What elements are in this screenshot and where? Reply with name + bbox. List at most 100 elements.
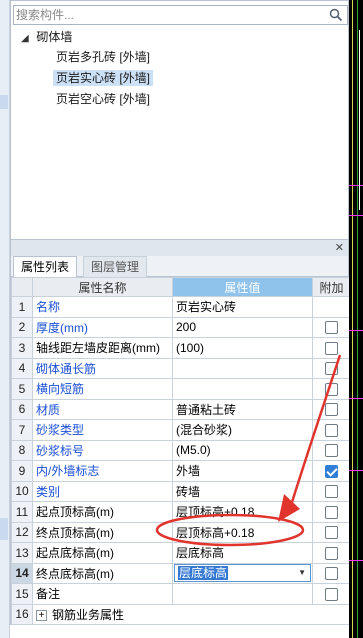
row-number: 14: [11, 562, 33, 584]
checkbox[interactable]: [325, 526, 338, 540]
checkbox[interactable]: [325, 485, 338, 499]
property-name-cell: 备注: [32, 583, 173, 605]
component-tree: ◢ 砌体墙 页岩多孔砖 [外墙] 页岩实心砖 [外墙] 页岩空心砖 [外墙]: [11, 27, 348, 110]
row-number: 7: [11, 419, 33, 441]
property-value-cell[interactable]: (100): [172, 337, 313, 359]
grid-header-row: 属性名称 属性值 附加: [11, 277, 351, 297]
checkbox[interactable]: [325, 567, 338, 581]
checkbox[interactable]: [325, 444, 338, 458]
left-strip-selection: [0, 518, 8, 540]
header-index: [11, 277, 33, 297]
property-name-cell: 砌体通长筋: [32, 357, 173, 379]
extra-cell: [312, 562, 351, 584]
cad-canvas-edge[interactable]: [349, 0, 363, 638]
row-number: 6: [11, 398, 33, 420]
property-value-cell[interactable]: 普通粘土砖: [172, 398, 313, 420]
expand-plus-icon[interactable]: +: [36, 610, 47, 622]
panel-splitter[interactable]: ✕: [10, 240, 349, 256]
row-number: 5: [11, 378, 33, 400]
app-root: ◢ 砌体墙 页岩多孔砖 [外墙] 页岩实心砖 [外墙] 页岩空心砖 [外墙] ✕…: [0, 0, 363, 638]
property-row[interactable]: 10 类别 砖墙: [11, 480, 351, 502]
property-value-cell[interactable]: 层顶标高+0.18: [172, 501, 313, 523]
tree-item-label: 页岩多孔砖 [外墙]: [56, 50, 151, 64]
editor-selected-text[interactable]: 层底标高: [178, 566, 229, 581]
search-input[interactable]: [16, 7, 326, 23]
property-row[interactable]: 15 备注: [11, 583, 351, 605]
header-property-name: 属性名称: [32, 277, 173, 297]
checkbox[interactable]: [325, 341, 338, 355]
property-value-cell[interactable]: [172, 583, 313, 605]
search-icon[interactable]: [329, 8, 343, 22]
extra-cell: [312, 521, 351, 543]
property-value-cell[interactable]: 外墙: [172, 460, 313, 482]
property-row[interactable]: 11 起点顶标高(m) 层顶标高+0.18: [11, 501, 351, 523]
value-dropdown-editor[interactable]: 层底标高 ▼: [174, 564, 311, 583]
checkbox[interactable]: [325, 505, 338, 519]
property-row[interactable]: 7 砂浆类型 (混合砂浆): [11, 419, 351, 441]
search-box: [13, 5, 348, 25]
header-property-value: 属性值: [172, 277, 313, 297]
extra-cell: [312, 419, 351, 441]
property-name-cell: 砂浆类型: [32, 419, 173, 441]
property-row[interactable]: 16 + 钢筋业务属性: [11, 603, 351, 625]
property-value-cell[interactable]: [172, 357, 313, 379]
property-name-cell: 厚度(mm): [32, 316, 173, 338]
property-name-cell: 名称: [32, 296, 173, 318]
property-name-cell: 内/外墙标志: [32, 460, 173, 482]
property-value-cell[interactable]: (混合砂浆): [172, 419, 313, 441]
property-name-cell: 材质: [32, 398, 173, 420]
tree-item-selected[interactable]: 页岩实心砖 [外墙]: [11, 68, 348, 89]
property-value-cell[interactable]: 层底标高: [172, 542, 313, 564]
collapse-triangle-icon[interactable]: ◢: [21, 29, 33, 49]
property-row[interactable]: 6 材质 普通粘土砖: [11, 398, 351, 420]
extra-cell: [312, 439, 351, 461]
checkbox[interactable]: [325, 423, 338, 437]
property-value-cell[interactable]: [172, 378, 313, 400]
tree-item[interactable]: 页岩多孔砖 [外墙]: [11, 47, 348, 68]
row-number: 8: [11, 439, 33, 461]
property-name-cell: 轴线距左墙皮距离(mm): [32, 337, 173, 359]
checkbox[interactable]: [325, 382, 338, 396]
row-number: 3: [11, 337, 33, 359]
property-name-cell: 终点底标高(m): [32, 562, 173, 584]
tab-property-list[interactable]: 属性列表: [13, 256, 78, 277]
property-value-cell[interactable]: 砖墙: [172, 480, 313, 502]
checkbox[interactable]: [325, 362, 338, 376]
extra-cell: [312, 501, 351, 523]
tree-group-masonry-wall[interactable]: ◢ 砌体墙: [11, 27, 348, 47]
row-number: 15: [11, 583, 33, 605]
property-row[interactable]: 2 厚度(mm) 200: [11, 316, 351, 338]
property-row[interactable]: 12 终点顶标高(m) 层顶标高+0.18: [11, 521, 351, 543]
close-icon[interactable]: ✕: [335, 240, 344, 256]
property-row[interactable]: 14 终点底标高(m) 层底标高 ▼: [11, 562, 351, 584]
checkbox[interactable]: [325, 546, 338, 560]
property-value-cell[interactable]: 层底标高 ▼: [172, 562, 313, 584]
property-row[interactable]: 8 砂浆标号 (M5.0): [11, 439, 351, 461]
property-value-cell[interactable]: 页岩实心砖: [172, 296, 313, 318]
property-grid: 属性名称 属性值 附加 1 名称 页岩实心砖 2 厚度(mm) 200 3 轴线距左墙皮距离(…: [10, 277, 351, 625]
checkbox-checked[interactable]: [325, 464, 338, 478]
property-row[interactable]: 13 起点底标高(m) 层底标高: [11, 542, 351, 564]
checkbox[interactable]: [325, 321, 338, 335]
property-row[interactable]: 3 轴线距左墙皮距离(mm) (100): [11, 337, 351, 359]
checkbox[interactable]: [325, 403, 338, 417]
dropdown-arrow-icon[interactable]: ▼: [298, 565, 306, 581]
property-row[interactable]: 9 内/外墙标志 外墙: [11, 460, 351, 482]
property-row[interactable]: 4 砌体通长筋: [11, 357, 351, 379]
property-value-cell[interactable]: (M5.0): [172, 439, 313, 461]
property-row[interactable]: 1 名称 页岩实心砖: [11, 296, 351, 318]
tree-item[interactable]: 页岩空心砖 [外墙]: [11, 89, 348, 110]
property-value-cell[interactable]: 200: [172, 316, 313, 338]
property-value-cell[interactable]: 层顶标高+0.18: [172, 521, 313, 543]
row-number: 10: [11, 480, 33, 502]
property-name-cell: 横向短筋: [32, 378, 173, 400]
extra-cell: [312, 460, 351, 482]
property-name-cell: + 钢筋业务属性: [32, 603, 351, 625]
extra-cell: [312, 316, 351, 338]
tree-item-label: 页岩实心砖 [外墙]: [53, 70, 154, 86]
property-row[interactable]: 5 横向短筋: [11, 378, 351, 400]
header-extra: 附加: [312, 277, 351, 297]
tab-layer-management[interactable]: 图层管理: [83, 256, 148, 277]
checkbox[interactable]: [325, 587, 338, 601]
row-number: 16: [11, 603, 33, 625]
